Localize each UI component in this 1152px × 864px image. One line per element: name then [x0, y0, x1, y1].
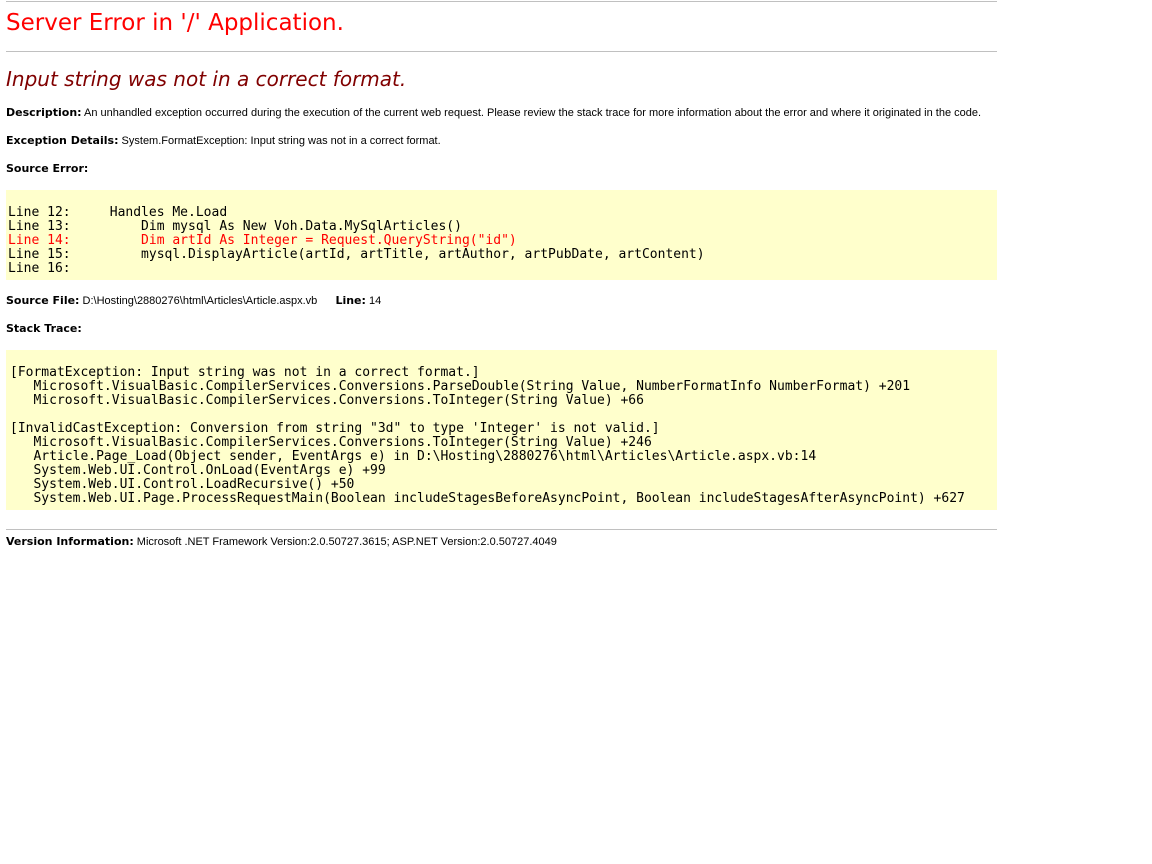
source-line[interactable]: Line 13: Dim mysql As New Voh.Data.MySql…	[8, 219, 462, 234]
source-line[interactable]: Line 15: mysql.DisplayArticle(artId, art…	[8, 247, 705, 262]
version-info-text[interactable]: Microsoft .NET Framework Version:2.0.507…	[137, 536, 557, 548]
source-error-row: Source Error:	[6, 162, 88, 175]
line-label: Line:	[335, 294, 366, 307]
line-value[interactable]: 14	[369, 295, 381, 307]
footer-rule	[6, 529, 997, 530]
stack-line[interactable]: [FormatException: Input string was not i…	[10, 365, 480, 380]
page-title: Server Error in '/' Application.	[6, 10, 344, 36]
source-line[interactable]: Line 12: Handles Me.Load	[8, 205, 227, 220]
stack-line[interactable]: System.Web.UI.Control.LoadRecursive() +5…	[10, 477, 354, 492]
source-line-error[interactable]: Line 14: Dim artId As Integer = Request.…	[8, 233, 517, 248]
stack-line[interactable]: Microsoft.VisualBasic.CompilerServices.C…	[10, 435, 651, 450]
source-file-row: Source File: D:\Hosting\2880276\html\Art…	[6, 294, 381, 307]
title-rule	[6, 51, 997, 52]
description-label: Description:	[6, 106, 82, 119]
exception-details-text[interactable]: System.FormatException: Input string was…	[122, 135, 441, 147]
stack-trace-row: Stack Trace:	[6, 322, 82, 335]
version-info-label: Version Information:	[6, 535, 134, 548]
stack-line[interactable]: [InvalidCastException: Conversion from s…	[10, 421, 660, 436]
source-line[interactable]: Line 16:	[8, 261, 78, 276]
source-file-value[interactable]: D:\Hosting\2880276\html\Articles\Article…	[83, 295, 318, 307]
version-info-row: Version Information: Microsoft .NET Fram…	[6, 535, 557, 548]
stack-line[interactable]: Microsoft.VisualBasic.CompilerServices.C…	[10, 379, 910, 394]
stack-line[interactable]: System.Web.UI.Control.OnLoad(EventArgs e…	[10, 463, 385, 478]
error-message: Input string was not in a correct format…	[6, 67, 407, 91]
stack-line[interactable]: System.Web.UI.Page.ProcessRequestMain(Bo…	[10, 491, 964, 506]
stack-line[interactable]: Microsoft.VisualBasic.CompilerServices.C…	[10, 393, 644, 408]
stack-line[interactable]: Article.Page_Load(Object sender, EventAr…	[10, 449, 816, 464]
exception-details-row: Exception Details: System.FormatExceptio…	[6, 134, 441, 147]
description-row: Description: An unhandled exception occu…	[6, 106, 981, 119]
description-text[interactable]: An unhandled exception occurred during t…	[84, 107, 981, 119]
top-rule	[6, 1, 997, 2]
source-error-box[interactable]: Line 12: Handles Me.Load Line 13: Dim my…	[6, 190, 997, 280]
stack-trace-label: Stack Trace:	[6, 322, 82, 335]
source-error-label: Source Error:	[6, 162, 89, 175]
stack-trace-box[interactable]: [FormatException: Input string was not i…	[6, 350, 997, 510]
source-file-label: Source File:	[6, 294, 80, 307]
exception-details-label: Exception Details:	[6, 134, 119, 147]
